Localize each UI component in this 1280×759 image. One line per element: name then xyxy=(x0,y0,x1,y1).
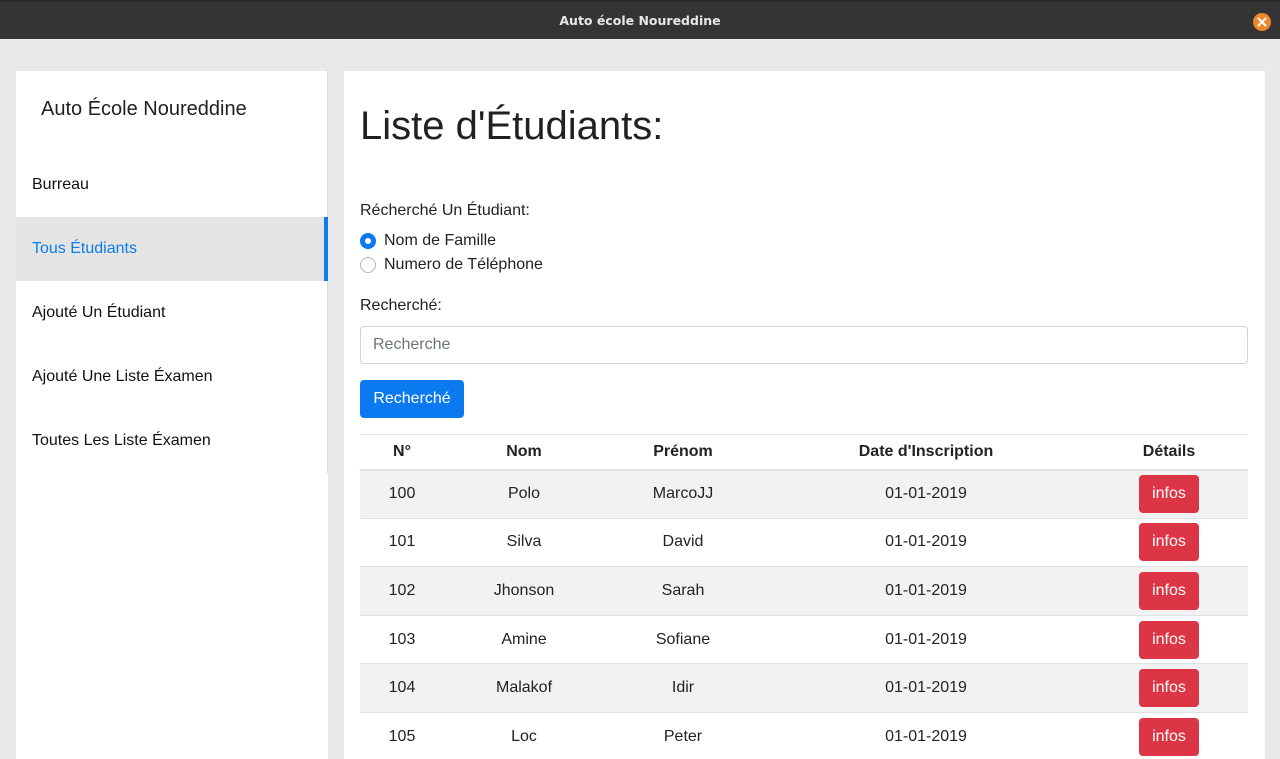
cell-prenom: Peter xyxy=(604,711,762,759)
sidebar-item-ajoute-liste-examen[interactable]: Ajouté Une Liste Éxamen xyxy=(16,345,328,409)
students-table: N° Nom Prénom Date d'Inscription Détails… xyxy=(360,434,1248,759)
cell-prenom: Idir xyxy=(604,663,762,713)
sidebar-item-toutes-listes-examen[interactable]: Toutes Les Liste Éxamen xyxy=(16,409,328,473)
radio-icon[interactable] xyxy=(360,257,376,273)
sidebar-item-tous-etudiants[interactable]: Tous Étudiants xyxy=(16,217,328,281)
sidebar-item-burreau[interactable]: Burreau xyxy=(16,153,328,217)
infos-button[interactable]: infos xyxy=(1139,571,1199,610)
cell-prenom: Sofiane xyxy=(604,614,762,664)
main-panel: Liste d'Étudiants: Récherché Un Étudiant… xyxy=(344,71,1265,759)
cell-nom: Malakof xyxy=(444,663,604,713)
radio-icon[interactable] xyxy=(360,233,376,249)
cell-num: 100 xyxy=(360,469,444,519)
table-header-row: N° Nom Prénom Date d'Inscription Détails xyxy=(360,434,1248,471)
cell-date: 01-01-2019 xyxy=(762,566,1090,616)
sidebar: Auto École Noureddine Burreau Tous Étudi… xyxy=(16,71,328,759)
radio-label: Numero de Téléphone xyxy=(384,256,543,273)
sidebar-brand: Auto École Noureddine xyxy=(41,98,247,120)
cell-num: 101 xyxy=(360,517,444,567)
cell-details: infos xyxy=(1090,566,1248,616)
cell-date: 01-01-2019 xyxy=(762,614,1090,664)
infos-button[interactable]: infos xyxy=(1139,475,1199,514)
search-input[interactable] xyxy=(360,326,1248,364)
table-row: 101 Silva David 01-01-2019 infos xyxy=(360,517,1248,567)
cell-num: 102 xyxy=(360,566,444,616)
cell-details: infos xyxy=(1090,711,1248,759)
cell-details: infos xyxy=(1090,614,1248,664)
cell-nom: Loc xyxy=(444,711,604,759)
header-details: Détails xyxy=(1090,434,1248,471)
cell-prenom: MarcoJJ xyxy=(604,469,762,519)
radio-label: Nom de Famille xyxy=(384,232,497,249)
infos-button[interactable]: infos xyxy=(1139,620,1199,659)
window-titlebar: Auto école Noureddine xyxy=(0,0,1280,39)
cell-date: 01-01-2019 xyxy=(762,517,1090,567)
cell-prenom: Sarah xyxy=(604,566,762,616)
cell-nom: Amine xyxy=(444,614,604,664)
header-prenom: Prénom xyxy=(604,434,762,471)
sidebar-item-ajoute-etudiant[interactable]: Ajouté Un Étudiant xyxy=(16,281,328,345)
table-row: 104 Malakof Idir 01-01-2019 infos xyxy=(360,663,1248,713)
table-row: 105 Loc Peter 01-01-2019 infos xyxy=(360,711,1248,759)
search-by-label: Récherché Un Étudiant: xyxy=(360,202,530,219)
cell-details: infos xyxy=(1090,469,1248,519)
cell-num: 104 xyxy=(360,663,444,713)
infos-button[interactable]: infos xyxy=(1139,718,1199,757)
radio-numero-telephone[interactable]: Numero de Téléphone xyxy=(360,255,543,275)
page-title: Liste d'Étudiants: xyxy=(360,104,664,148)
window-title: Auto école Noureddine xyxy=(559,13,721,28)
search-label: Recherché: xyxy=(360,297,442,314)
cell-date: 01-01-2019 xyxy=(762,663,1090,713)
cell-details: infos xyxy=(1090,663,1248,713)
table-row: 102 Jhonson Sarah 01-01-2019 infos xyxy=(360,566,1248,616)
cell-nom: Polo xyxy=(444,469,604,519)
cell-prenom: David xyxy=(604,517,762,567)
cell-date: 01-01-2019 xyxy=(762,469,1090,519)
header-date: Date d'Inscription xyxy=(762,434,1090,471)
infos-button[interactable]: infos xyxy=(1139,523,1199,562)
close-icon[interactable] xyxy=(1253,13,1271,31)
cell-num: 103 xyxy=(360,614,444,664)
search-button[interactable]: Recherché xyxy=(360,380,464,418)
table-row: 100 Polo MarcoJJ 01-01-2019 infos xyxy=(360,469,1248,519)
radio-nom-famille[interactable]: Nom de Famille xyxy=(360,231,496,251)
cell-details: infos xyxy=(1090,517,1248,567)
header-num: N° xyxy=(360,434,444,471)
cell-date: 01-01-2019 xyxy=(762,711,1090,759)
cell-nom: Silva xyxy=(444,517,604,567)
cell-nom: Jhonson xyxy=(444,566,604,616)
cell-num: 105 xyxy=(360,711,444,759)
header-nom: Nom xyxy=(444,434,604,471)
infos-button[interactable]: infos xyxy=(1139,669,1199,708)
table-row: 103 Amine Sofiane 01-01-2019 infos xyxy=(360,614,1248,664)
